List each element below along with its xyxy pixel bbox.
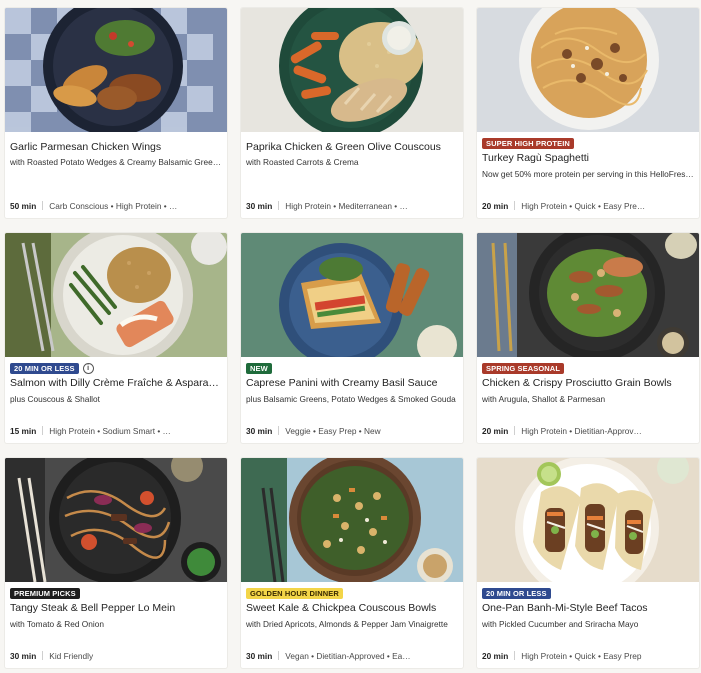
cook-time: 20 min xyxy=(482,651,509,661)
recipe-image[interactable] xyxy=(241,233,463,357)
recipe-title[interactable]: Chicken & Crispy Prosciutto Grain Bowls xyxy=(482,377,694,390)
recipe-tags: High Protein • Dietitian-Approv… xyxy=(521,426,642,436)
promo-badge: 20 MIN OR LESS xyxy=(482,588,551,599)
recipe-meta: 30 min Kid Friendly xyxy=(10,651,222,662)
recipe-image[interactable] xyxy=(477,8,699,132)
recipe-subtitle: with Roasted Potato Wedges & Creamy Bals… xyxy=(10,157,222,167)
recipe-image[interactable] xyxy=(477,233,699,357)
recipe-tags: Carb Conscious • High Protein • … xyxy=(49,201,178,211)
badge-row: 20 MIN OR LESS xyxy=(482,588,551,599)
cook-time: 20 min xyxy=(482,201,509,211)
divider xyxy=(514,426,516,435)
promo-badge: SPRING SEASONAL xyxy=(482,363,565,374)
divider xyxy=(42,201,44,210)
recipe-tags: Vegan • Dietitian-Approved • Ea… xyxy=(285,651,411,661)
recipe-card[interactable]: Paprika Chicken & Green Olive Couscous w… xyxy=(241,8,463,218)
recipe-tags: High Protein • Mediterranean • … xyxy=(285,201,408,211)
recipe-tags: Veggie • Easy Prep • New xyxy=(285,426,381,436)
recipe-tags: High Protein • Sodium Smart • … xyxy=(49,426,171,436)
recipe-title[interactable]: Garlic Parmesan Chicken Wings xyxy=(10,141,222,154)
recipe-subtitle: with Arugula, Shallot & Parmesan xyxy=(482,394,606,404)
recipe-meta: 20 min High Protein • Quick • Easy Prep xyxy=(482,651,694,662)
divider xyxy=(278,426,280,435)
recipe-title[interactable]: Turkey Ragù Spaghetti xyxy=(482,152,694,165)
recipe-card[interactable]: SPRING SEASONAL Chicken & Crispy Prosciu… xyxy=(477,233,699,443)
recipe-card[interactable]: 20 MIN OR LESS One-Pan Banh-Mi-Style Bee… xyxy=(477,458,699,668)
recipe-meta: 20 min High Protein • Quick • Easy Pre… xyxy=(482,201,694,212)
recipe-title[interactable]: Tangy Steak & Bell Pepper Lo Mein xyxy=(10,602,222,615)
info-icon[interactable]: i xyxy=(82,363,94,374)
recipe-meta: 20 min High Protein • Dietitian-Approv… xyxy=(482,426,694,437)
cook-time: 30 min xyxy=(10,651,37,661)
recipe-meta: 30 min High Protein • Mediterranean • … xyxy=(246,201,458,212)
badge-row: GOLDEN HOUR DINNER xyxy=(246,588,343,599)
divider xyxy=(42,426,44,435)
cook-time: 20 min xyxy=(482,426,509,436)
recipe-meta: 15 min High Protein • Sodium Smart • … xyxy=(10,426,222,437)
divider xyxy=(42,651,44,660)
cook-time: 30 min xyxy=(246,651,273,661)
recipe-title[interactable]: One-Pan Banh-Mi-Style Beef Tacos xyxy=(482,602,694,615)
cook-time: 30 min xyxy=(246,426,273,436)
recipe-tags: Kid Friendly xyxy=(49,651,94,661)
divider xyxy=(278,651,280,660)
recipe-title[interactable]: Caprese Panini with Creamy Basil Sauce xyxy=(246,377,458,390)
recipe-image[interactable] xyxy=(5,458,227,582)
recipe-card[interactable]: PREMIUM PICKS Tangy Steak & Bell Pepper … xyxy=(5,458,227,668)
badge-row: 20 MIN OR LESS i xyxy=(10,363,94,374)
badge-row: PREMIUM PICKS xyxy=(10,588,80,599)
recipe-title[interactable]: Salmon with Dilly Crème Fraîche & Aspara… xyxy=(10,377,222,390)
recipe-subtitle: plus Balsamic Greens, Potato Wedges & Sm… xyxy=(246,394,456,404)
cook-time: 50 min xyxy=(10,201,37,211)
recipe-card[interactable]: GOLDEN HOUR DINNER Sweet Kale & Chickpea… xyxy=(241,458,463,668)
recipe-card[interactable]: 20 MIN OR LESS i Salmon with Dilly Crème… xyxy=(5,233,227,443)
recipe-tags: High Protein • Quick • Easy Prep xyxy=(521,651,642,661)
badge-row: SPRING SEASONAL xyxy=(482,363,565,374)
recipe-image[interactable] xyxy=(241,8,463,132)
badge-row: NEW xyxy=(246,363,272,374)
recipe-meta: 30 min Veggie • Easy Prep • New xyxy=(246,426,458,437)
recipe-image[interactable] xyxy=(241,458,463,582)
divider xyxy=(514,651,516,660)
recipe-tags: High Protein • Quick • Easy Pre… xyxy=(521,201,646,211)
promo-badge: GOLDEN HOUR DINNER xyxy=(246,588,343,599)
recipe-subtitle: Now get 50% more protein per serving in … xyxy=(482,169,694,179)
recipe-meta: 50 min Carb Conscious • High Protein • … xyxy=(10,201,222,212)
promo-badge: NEW xyxy=(246,363,272,374)
recipe-image[interactable] xyxy=(477,458,699,582)
recipe-card[interactable]: SUPER HIGH PROTEIN Turkey Ragù Spaghetti… xyxy=(477,8,699,218)
recipe-title[interactable]: Sweet Kale & Chickpea Couscous Bowls xyxy=(246,602,458,615)
badge-row: SUPER HIGH PROTEIN xyxy=(482,138,574,149)
promo-badge: SUPER HIGH PROTEIN xyxy=(482,138,574,149)
recipe-subtitle: with Tomato & Red Onion xyxy=(10,619,104,629)
cook-time: 15 min xyxy=(10,426,37,436)
recipe-title[interactable]: Paprika Chicken & Green Olive Couscous xyxy=(246,141,458,154)
promo-badge: 20 MIN OR LESS xyxy=(10,363,79,374)
recipe-subtitle: with Dried Apricots, Almonds & Pepper Ja… xyxy=(246,619,448,629)
recipe-card[interactable]: Garlic Parmesan Chicken Wings with Roast… xyxy=(5,8,227,218)
recipe-card[interactable]: NEW Caprese Panini with Creamy Basil Sau… xyxy=(241,233,463,443)
recipe-image[interactable] xyxy=(5,233,227,357)
divider xyxy=(278,201,280,210)
cook-time: 30 min xyxy=(246,201,273,211)
recipe-subtitle: plus Couscous & Shallot xyxy=(10,394,100,404)
divider xyxy=(514,201,516,210)
recipe-meta: 30 min Vegan • Dietitian-Approved • Ea… xyxy=(246,651,458,662)
promo-badge: PREMIUM PICKS xyxy=(10,588,80,599)
recipe-image[interactable] xyxy=(5,8,227,132)
recipe-subtitle: with Roasted Carrots & Crema xyxy=(246,157,359,167)
recipe-subtitle: with Pickled Cucumber and Sriracha Mayo xyxy=(482,619,639,629)
